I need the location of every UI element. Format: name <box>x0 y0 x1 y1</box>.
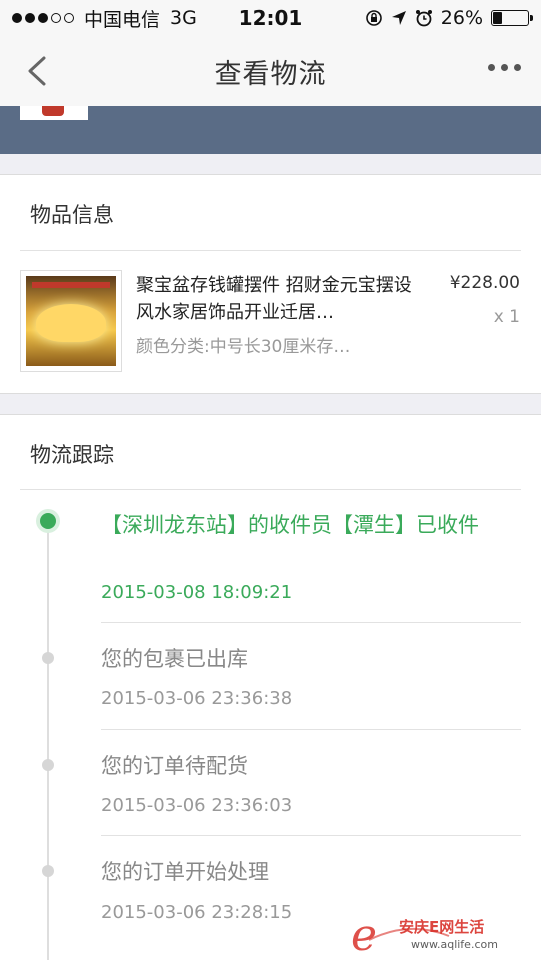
divider <box>20 250 521 251</box>
product-thumbnail[interactable] <box>20 270 122 372</box>
status-bar: 中国电信 3G 12:01 26% <box>0 0 541 36</box>
tracking-card: 物流跟踪 【深圳龙东站】的收件员【潭生】已收件 2015-03-08 18:09… <box>0 414 541 960</box>
product-price: ¥228.00 <box>449 273 520 293</box>
product-variant: 颜色分类:中号长30厘米存… <box>136 337 351 357</box>
svg-text:www.aqlife.com: www.aqlife.com <box>411 938 498 951</box>
chevron-left-icon <box>28 56 46 86</box>
svg-text:e: e <box>351 910 377 954</box>
network-type: 3G <box>170 7 197 29</box>
timeline-line <box>47 521 49 960</box>
timeline-dot <box>42 759 54 771</box>
carrier-name: 中国电信 <box>84 8 161 31</box>
tracking-event-text: 您的订单开始处理 <box>101 860 269 884</box>
product-info-card: 物品信息 聚宝盆存钱罐摆件 招财金元宝摆设 风水家居饰品开业迁居… 颜色分类:中… <box>0 174 541 394</box>
tracking-event-text: 【深圳龙东站】的收件员【潭生】已收件 <box>101 513 479 537</box>
product-section-title: 物品信息 <box>30 203 114 227</box>
battery-percentage: 26% <box>440 7 483 29</box>
product-name[interactable]: 聚宝盆存钱罐摆件 招财金元宝摆设 风水家居饰品开业迁居… <box>136 272 412 326</box>
tracking-event-text: 您的订单待配货 <box>101 754 248 778</box>
divider <box>20 489 521 490</box>
rotation-lock-icon <box>365 10 382 26</box>
location-arrow-icon <box>391 11 406 25</box>
navigation-bar: 查看物流 <box>0 36 541 106</box>
signal-strength-icon <box>12 13 74 23</box>
page-title: 查看物流 <box>214 58 327 90</box>
product-quantity: x 1 <box>493 307 520 327</box>
battery-icon <box>491 10 533 26</box>
divider <box>101 622 521 623</box>
tracking-event-time: 2015-03-06 23:36:38 <box>101 688 293 709</box>
timeline-dot-active <box>36 509 60 533</box>
logistics-banner <box>0 106 541 154</box>
more-dots-icon <box>488 64 495 71</box>
tracking-event-time: 2015-03-06 23:36:03 <box>101 795 293 816</box>
tracking-event-time: 2015-03-08 18:09:21 <box>101 582 293 603</box>
back-button[interactable] <box>22 52 60 90</box>
watermark-logo: e 安庆E网生活 www.aqlife.com <box>351 910 498 954</box>
timeline-dot <box>42 652 54 664</box>
divider <box>101 729 521 730</box>
tracking-event-text: 您的包裹已出库 <box>101 647 248 671</box>
divider <box>101 835 521 836</box>
courier-logo <box>20 106 88 120</box>
tracking-section-title: 物流跟踪 <box>30 443 114 467</box>
more-button[interactable] <box>488 64 521 71</box>
alarm-clock-icon <box>415 10 432 27</box>
tracking-event-time: 2015-03-06 23:28:15 <box>101 902 293 923</box>
svg-text:安庆E网生活: 安庆E网生活 <box>399 918 484 936</box>
timeline-dot <box>42 865 54 877</box>
